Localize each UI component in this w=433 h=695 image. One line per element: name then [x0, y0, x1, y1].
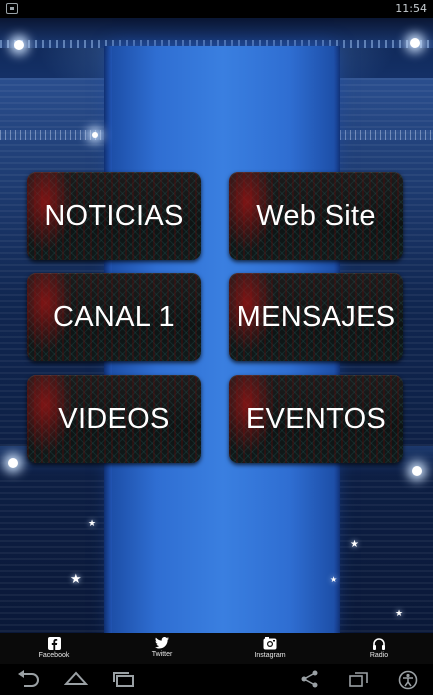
- star-icon: ★: [88, 519, 97, 529]
- tab-radio[interactable]: Radio: [349, 635, 409, 664]
- accessibility-icon[interactable]: [398, 670, 418, 690]
- star-icon: ★: [395, 609, 404, 619]
- tab-instagram[interactable]: Instagram: [240, 635, 300, 664]
- button-label: CANAL 1: [53, 300, 175, 333]
- noticias-button[interactable]: NOTICIAS: [27, 172, 201, 260]
- clock: 11:54: [395, 2, 427, 15]
- star-icon: ★: [70, 572, 82, 587]
- social-tab-bar: Facebook Twitter Instagram Radio: [0, 633, 433, 664]
- share-icon[interactable]: [300, 670, 320, 688]
- tab-label: Facebook: [38, 652, 70, 659]
- tab-label: Twitter: [151, 651, 173, 658]
- eventos-button[interactable]: EVENTOS: [229, 375, 403, 463]
- tab-label: Instagram: [254, 652, 286, 659]
- back-icon[interactable]: [16, 670, 40, 688]
- floodlight: [8, 458, 18, 468]
- instagram-icon: [263, 637, 277, 650]
- tab-label: Radio: [369, 652, 389, 659]
- web-site-button[interactable]: Web Site: [229, 172, 403, 260]
- button-label: EVENTOS: [245, 402, 387, 435]
- screen-rotate-icon[interactable]: [348, 670, 370, 688]
- button-label: Web Site: [256, 199, 376, 232]
- twitter-icon: [155, 637, 169, 649]
- floodlight: [14, 40, 24, 50]
- navigation-bar: [0, 664, 433, 695]
- videos-button[interactable]: VIDEOS: [27, 375, 201, 463]
- status-bar: 11:54: [0, 0, 433, 18]
- tab-facebook[interactable]: Facebook: [24, 635, 84, 664]
- button-label: NOTICIAS: [44, 199, 184, 232]
- floodlight: [410, 38, 420, 48]
- gallery-notification-icon: [6, 3, 18, 14]
- mensajes-button[interactable]: MENSAJES: [229, 273, 403, 361]
- facebook-icon: [47, 637, 61, 650]
- tab-twitter[interactable]: Twitter: [132, 635, 192, 664]
- star-icon: ★: [350, 539, 359, 550]
- home-icon[interactable]: [64, 670, 88, 688]
- star-icon: ★: [330, 575, 338, 584]
- floodlight: [412, 466, 422, 476]
- floodlight: [92, 132, 98, 138]
- button-label: VIDEOS: [58, 402, 170, 435]
- recent-apps-icon[interactable]: [112, 670, 136, 688]
- button-label: MENSAJES: [236, 300, 396, 333]
- canal-1-button[interactable]: CANAL 1: [27, 273, 201, 361]
- headphones-icon: [373, 638, 385, 650]
